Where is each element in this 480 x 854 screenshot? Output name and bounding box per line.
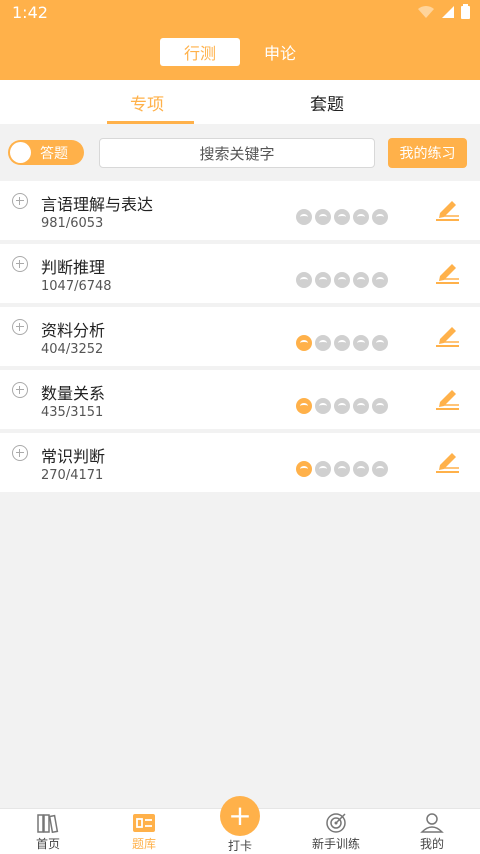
star-empty-icon <box>353 398 369 414</box>
star-empty-icon <box>372 398 388 414</box>
nav-home[interactable]: 首页 <box>0 813 96 852</box>
user-icon <box>420 813 444 833</box>
star-empty-icon <box>315 335 331 351</box>
nav-question-bank-label: 题库 <box>131 837 156 851</box>
nav-beginner-training[interactable]: 新手训练 <box>288 813 384 852</box>
star-rating <box>296 398 388 414</box>
edit-icon[interactable] <box>434 323 460 349</box>
category-row[interactable]: 数量关系 435/3151 <box>0 370 480 429</box>
subtab-zhuanxiang[interactable]: 专项 <box>130 90 164 115</box>
star-empty-icon <box>334 209 350 225</box>
star-rating <box>296 272 388 288</box>
nav-beginner-training-label: 新手训练 <box>311 837 360 851</box>
search-input[interactable]: 搜索关键字 <box>99 138 375 168</box>
star-empty-icon <box>334 335 350 351</box>
star-empty-icon <box>296 272 312 288</box>
star-empty-icon <box>353 272 369 288</box>
app-screen: 1:42 行测 申论 专项 套题 答题 搜索关键字 我的练习 言语理解与表达 9… <box>0 0 480 854</box>
star-empty-icon <box>372 209 388 225</box>
my-practice-button[interactable]: 我的练习 <box>388 138 467 168</box>
star-empty-icon <box>372 335 388 351</box>
star-empty-icon <box>334 272 350 288</box>
tab-shenlun[interactable]: 申论 <box>252 38 308 66</box>
star-empty-icon <box>315 461 331 477</box>
edit-icon[interactable] <box>434 260 460 286</box>
edit-icon[interactable] <box>434 449 460 475</box>
target-icon <box>326 813 346 833</box>
question-bank-icon <box>133 814 155 832</box>
header-bar: 1:42 行测 申论 <box>0 0 480 80</box>
edit-icon[interactable] <box>434 197 460 223</box>
star-empty-icon <box>353 209 369 225</box>
star-empty-icon <box>334 398 350 414</box>
star-empty-icon <box>334 461 350 477</box>
nav-profile-label: 我的 <box>419 837 444 851</box>
category-progress: 435/3151 <box>41 405 104 420</box>
battery-icon <box>461 4 470 19</box>
category-progress: 981/6053 <box>41 216 104 231</box>
nav-profile[interactable]: 我的 <box>384 813 480 852</box>
plus-icon: + <box>228 799 252 832</box>
expand-icon[interactable] <box>12 256 28 272</box>
tab-xingce[interactable]: 行测 <box>160 38 240 66</box>
star-filled-icon <box>296 398 312 414</box>
answer-mode-toggle[interactable]: 答题 <box>8 140 84 165</box>
star-empty-icon <box>315 398 331 414</box>
category-progress: 404/3252 <box>41 342 104 357</box>
expand-icon[interactable] <box>12 382 28 398</box>
toolbar: 答题 搜索关键字 我的练习 <box>0 124 480 180</box>
category-title: 言语理解与表达 <box>41 195 154 214</box>
star-empty-icon <box>353 461 369 477</box>
star-rating <box>296 335 388 351</box>
category-row[interactable]: 常识判断 270/4171 <box>0 433 480 492</box>
books-icon <box>37 814 59 833</box>
star-empty-icon <box>372 461 388 477</box>
subtab-taoti[interactable]: 套题 <box>310 90 344 115</box>
checkin-button[interactable]: + <box>220 796 260 836</box>
wifi-icon <box>418 5 434 18</box>
star-filled-icon <box>296 461 312 477</box>
star-filled-icon <box>296 335 312 351</box>
nav-home-label: 首页 <box>35 837 60 851</box>
toggle-label: 答题 <box>40 146 68 162</box>
category-progress: 1047/6748 <box>41 279 112 294</box>
nav-question-bank[interactable]: 题库 <box>96 813 192 852</box>
expand-icon[interactable] <box>12 193 28 209</box>
signal-icon <box>442 5 454 18</box>
star-rating <box>296 209 388 225</box>
edit-icon[interactable] <box>434 386 460 412</box>
expand-icon[interactable] <box>12 445 28 461</box>
status-icons <box>417 4 470 19</box>
sub-tabs: 专项 套题 <box>0 80 480 124</box>
category-title: 判断推理 <box>41 258 106 277</box>
expand-icon[interactable] <box>12 319 28 335</box>
toggle-knob <box>10 142 31 163</box>
star-rating <box>296 461 388 477</box>
category-title: 常识判断 <box>41 447 106 466</box>
category-progress: 270/4171 <box>41 468 104 483</box>
star-empty-icon <box>296 209 312 225</box>
category-list: 言语理解与表达 981/6053 判断推理 1047/6748 资料分析 404/3252… <box>0 181 480 496</box>
star-empty-icon <box>372 272 388 288</box>
checkin-label: 打卡 <box>227 839 252 853</box>
category-row[interactable]: 资料分析 404/3252 <box>0 307 480 366</box>
category-row[interactable]: 判断推理 1047/6748 <box>0 244 480 303</box>
category-title: 资料分析 <box>41 321 106 340</box>
category-row[interactable]: 言语理解与表达 981/6053 <box>0 181 480 240</box>
status-time: 1:42 <box>12 3 48 22</box>
star-empty-icon <box>353 335 369 351</box>
star-empty-icon <box>315 209 331 225</box>
category-title: 数量关系 <box>41 384 106 403</box>
star-empty-icon <box>315 272 331 288</box>
